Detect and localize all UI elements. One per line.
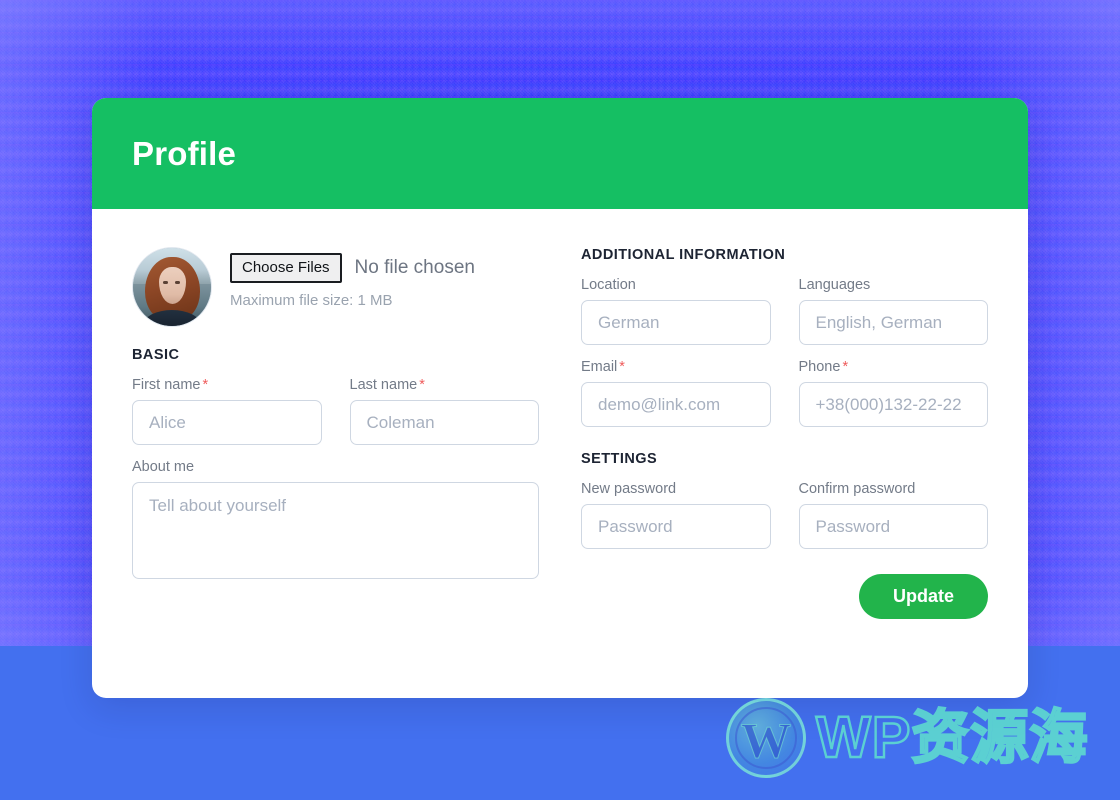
watermark-text: WP资源海 <box>815 705 1089 770</box>
field-email: Email * <box>581 359 771 427</box>
field-first-name: First name * <box>132 377 322 445</box>
label-confirm-password: Confirm password <box>798 481 916 497</box>
label-first-name-text: First name <box>132 377 201 393</box>
email-phone-row: Email* Phone* <box>581 359 988 427</box>
field-new-password: New password <box>581 481 771 549</box>
avatar-eye-right <box>175 280 181 284</box>
label-phone-text: Phone <box>798 359 841 375</box>
left-column: Choose Files No file chosen Maximum file… <box>132 247 539 619</box>
update-button[interactable]: Update <box>858 574 988 619</box>
field-confirm-password: Confirm password <box>798 481 988 549</box>
location-input[interactable] <box>581 300 771 345</box>
about-me-textarea[interactable] <box>132 482 539 579</box>
choose-files-button[interactable]: Choose Files <box>230 253 342 284</box>
languages-input[interactable] <box>798 300 988 345</box>
label-last-name-text: Last name <box>349 377 418 393</box>
wordpress-logo-inner-ring <box>735 707 797 769</box>
wordpress-logo-letter: W <box>741 711 792 768</box>
avatar-upload-row: Choose Files No file chosen Maximum file… <box>132 247 539 327</box>
section-title-additional-information: ADDITIONAL INFORMATION <box>581 247 786 263</box>
card-body: Choose Files No file chosen Maximum file… <box>92 209 1028 619</box>
file-input-line: Choose Files No file chosen <box>230 253 475 284</box>
avatar-eye-left <box>162 280 168 284</box>
page-title: Profile <box>132 134 237 172</box>
page-root: Profile Choose Files No file chosen Maxi… <box>0 0 1120 800</box>
label-about-me: About me <box>132 459 195 475</box>
watermark: W WP资源海 <box>726 698 1089 778</box>
required-marker: * <box>619 359 625 375</box>
label-last-name: Last name * <box>350 377 540 393</box>
card-header: Profile <box>92 98 1028 209</box>
update-button-row: Update <box>581 574 988 619</box>
section-title-settings: SETTINGS <box>581 451 658 467</box>
right-column: ADDITIONAL INFORMATION Location Language… <box>581 247 988 619</box>
password-row: New password Confirm password <box>581 481 988 549</box>
label-languages: Languages <box>798 277 871 293</box>
label-email-text: Email <box>581 359 618 375</box>
section-title-basic: BASIC <box>132 347 180 363</box>
label-new-password: New password <box>581 481 677 497</box>
max-file-size-hint: Maximum file size: 1 MB <box>230 292 393 310</box>
name-field-row: First name* Last name* <box>132 377 539 445</box>
first-name-input[interactable] <box>132 400 322 445</box>
required-marker: * <box>202 377 209 393</box>
field-location: Location <box>581 277 771 345</box>
wordpress-logo-icon: W <box>726 698 806 778</box>
upload-controls: Choose Files No file chosen Maximum file… <box>230 247 475 309</box>
field-languages: Languages <box>798 277 988 345</box>
new-password-input[interactable] <box>581 504 771 549</box>
last-name-input[interactable] <box>349 400 539 445</box>
location-languages-row: Location Languages <box>581 277 988 345</box>
field-last-name: Last name * <box>349 377 540 445</box>
label-location: Location <box>581 277 636 293</box>
required-marker: * <box>419 377 425 393</box>
avatar <box>132 247 212 327</box>
label-email: Email * <box>581 359 771 375</box>
label-first-name: First name * <box>132 377 322 393</box>
no-file-chosen-label: No file chosen <box>354 257 475 279</box>
field-phone: Phone * <box>798 359 989 427</box>
confirm-password-input[interactable] <box>798 504 988 549</box>
required-marker: * <box>842 359 849 375</box>
profile-card: Profile Choose Files No file chosen Maxi… <box>92 98 1028 698</box>
label-phone: Phone * <box>799 359 989 375</box>
field-about-me: About me <box>132 459 539 584</box>
phone-input[interactable] <box>798 382 988 427</box>
email-input[interactable] <box>581 382 771 427</box>
